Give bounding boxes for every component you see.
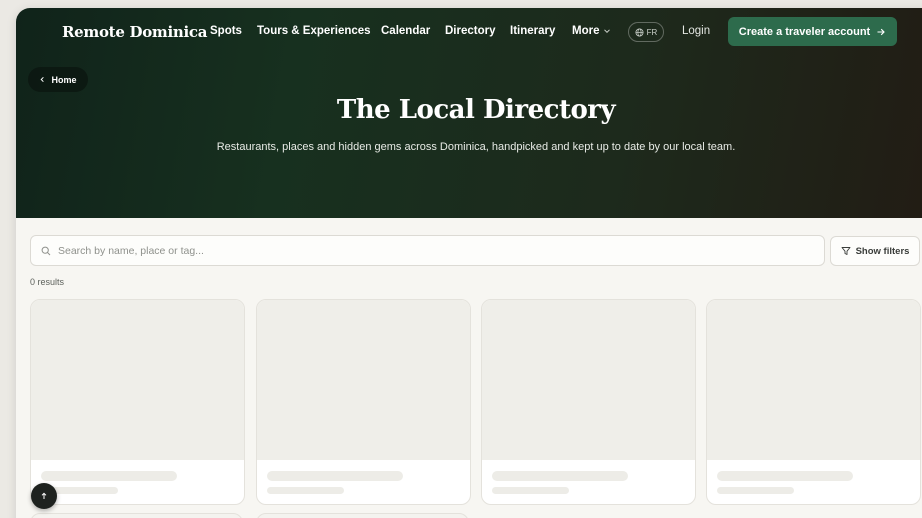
card-meta-placeholder <box>492 487 569 494</box>
browser-page: Remote Dominica Spots Tours & Experience… <box>16 8 922 518</box>
card-image-placeholder <box>31 300 244 460</box>
search-field[interactable]: Search by name, place or tag... <box>30 235 825 266</box>
card-image-placeholder <box>257 300 470 460</box>
filter-icon <box>841 247 851 255</box>
page-subtitle: Restaurants, places and hidden gems acro… <box>216 141 736 153</box>
language-label: FR <box>646 27 658 37</box>
card-image-placeholder <box>707 300 920 460</box>
placeholder-card <box>256 513 469 518</box>
chevron-left-icon <box>40 76 45 83</box>
card-title-placeholder <box>492 471 628 481</box>
arrow-up-icon <box>41 492 47 499</box>
placeholder-card <box>706 299 921 505</box>
page-title: The Local Directory <box>336 95 616 125</box>
back-home-button[interactable]: Home <box>28 67 88 92</box>
nav-more-label: More <box>572 25 600 37</box>
card-meta-placeholder <box>717 487 794 494</box>
card-image-placeholder <box>482 300 695 460</box>
card-title-placeholder <box>717 471 853 481</box>
nav-calendar[interactable]: Calendar <box>381 25 430 37</box>
show-filters-button[interactable]: Show filters <box>830 236 920 266</box>
top-navbar: Remote Dominica Spots Tours & Experience… <box>16 8 922 56</box>
results-count: 0 results <box>30 277 65 287</box>
placeholder-card <box>481 299 696 505</box>
nav-directory[interactable]: Directory <box>445 25 496 37</box>
hero-section: Remote Dominica Spots Tours & Experience… <box>16 8 922 218</box>
nav-spots[interactable]: Spots <box>210 25 242 37</box>
globe-icon <box>635 27 644 37</box>
language-toggle[interactable]: FR <box>628 22 664 42</box>
search-placeholder: Search by name, place or tag... <box>58 244 204 257</box>
back-home-label: Home <box>51 74 77 85</box>
show-filters-label: Show filters <box>855 245 910 257</box>
login-link[interactable]: Login <box>682 25 710 37</box>
placeholder-card <box>256 299 471 505</box>
placeholder-card <box>30 513 243 518</box>
nav-itinerary[interactable]: Itinerary <box>510 25 555 37</box>
nav-tours[interactable]: Tours & Experiences <box>257 25 371 37</box>
scroll-to-top-button[interactable] <box>31 483 57 509</box>
nav-more[interactable]: More <box>572 25 611 37</box>
create-account-button[interactable]: Create a traveler account <box>728 17 897 46</box>
arrow-right-icon <box>877 28 885 35</box>
placeholder-card <box>30 299 245 505</box>
card-meta-placeholder <box>267 487 344 494</box>
site-logo[interactable]: Remote Dominica <box>62 23 207 41</box>
card-title-placeholder <box>41 471 177 481</box>
search-icon <box>41 246 51 255</box>
card-title-placeholder <box>267 471 403 481</box>
chevron-down-icon <box>604 29 611 34</box>
create-account-label: Create a traveler account <box>738 25 871 38</box>
